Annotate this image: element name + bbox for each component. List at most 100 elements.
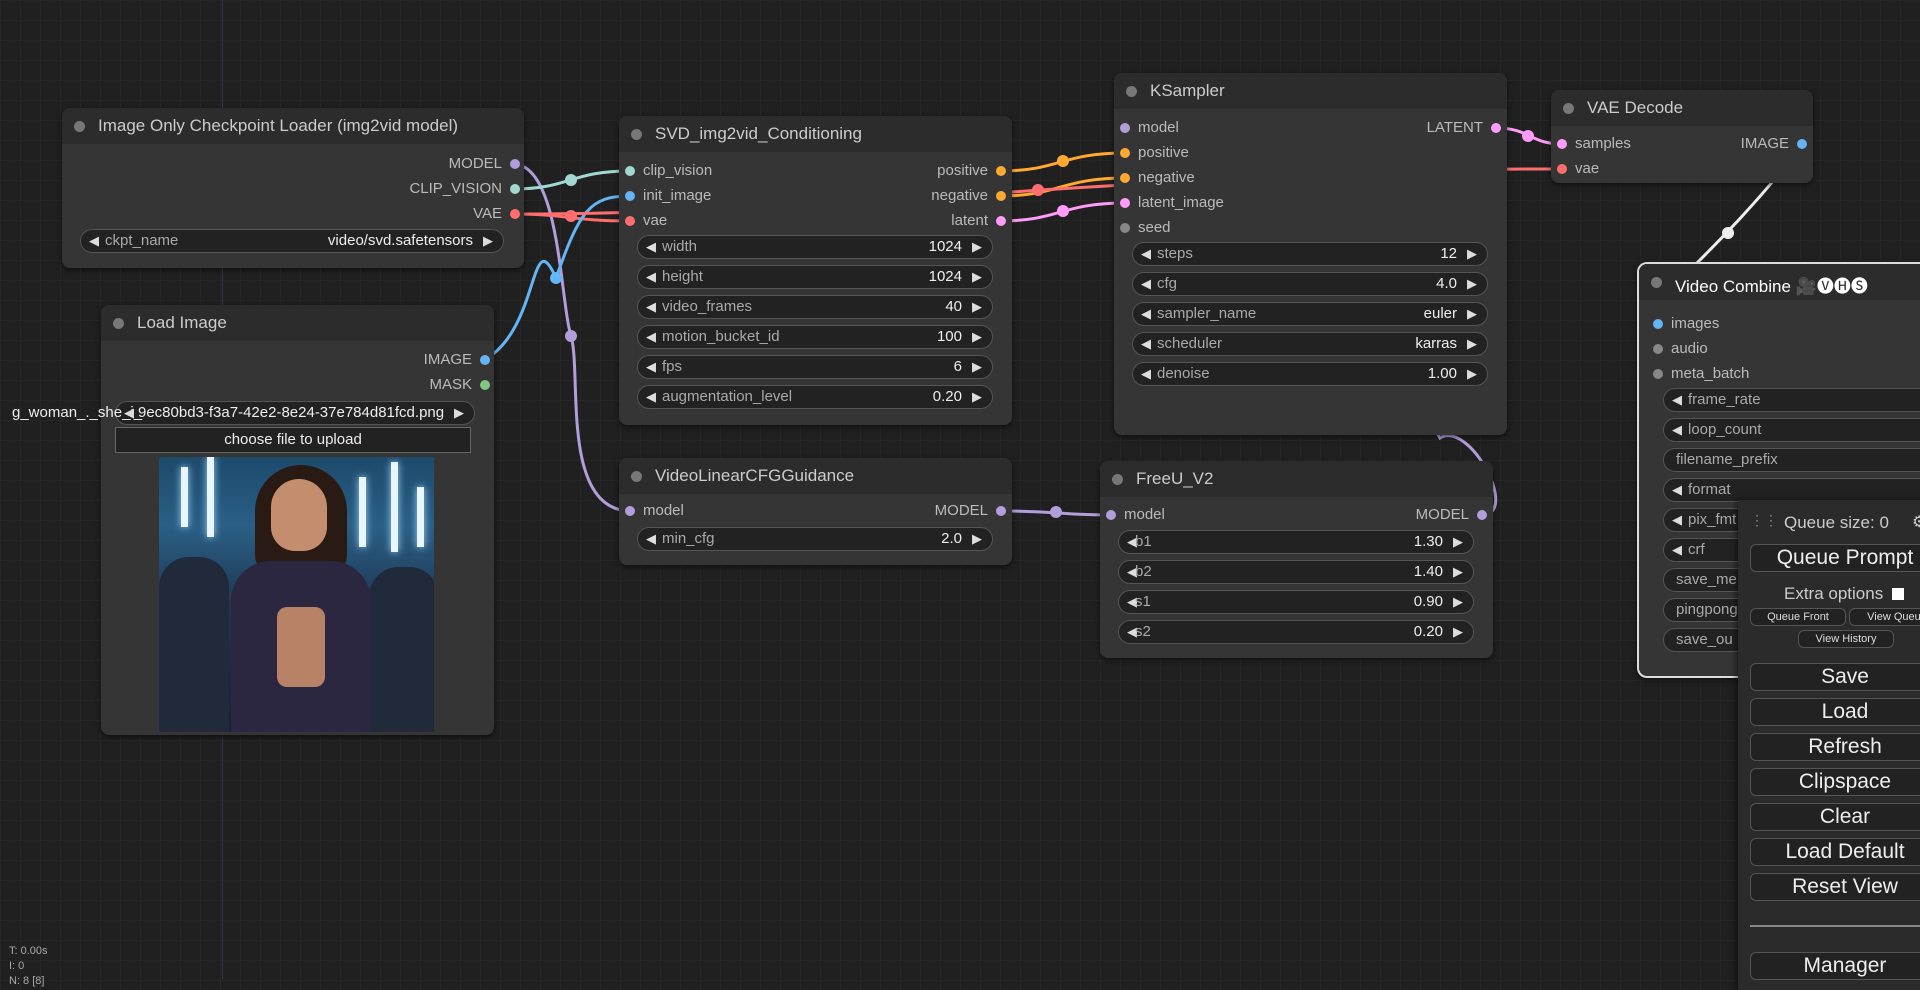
extra-options-checkbox[interactable] bbox=[1891, 588, 1904, 600]
decrement-arrow-icon[interactable]: ◀ bbox=[1672, 422, 1682, 438]
decrement-arrow-icon[interactable]: ◀ bbox=[1672, 482, 1682, 498]
collapse-dot[interactable] bbox=[631, 129, 642, 140]
decrement-arrow-icon[interactable]: ◀ bbox=[646, 329, 656, 345]
width-input[interactable]: ◀ width 1024 ▶ bbox=[637, 235, 993, 259]
node-checkpoint-loader[interactable]: Image Only Checkpoint Loader (img2vid mo… bbox=[62, 108, 524, 268]
sampler-name-combo[interactable]: ◀ sampler_name euler ▶ bbox=[1132, 302, 1488, 326]
decrement-arrow-icon[interactable]: ◀ bbox=[646, 359, 656, 375]
increment-arrow-icon[interactable]: ▶ bbox=[1467, 336, 1477, 352]
decrement-arrow-icon[interactable]: ◀ bbox=[124, 405, 134, 421]
ckpt-name-combo[interactable]: ◀ ckpt_name video/svd.safetensors ▶ bbox=[80, 229, 504, 253]
s1-input[interactable]: ◀ s1 0.90 ▶ bbox=[1118, 590, 1474, 614]
increment-arrow-icon[interactable]: ▶ bbox=[1453, 624, 1463, 640]
decrement-arrow-icon[interactable]: ◀ bbox=[1672, 392, 1682, 408]
node-title-bar[interactable]: SVD_img2vid_Conditioning bbox=[619, 116, 1012, 152]
b2-input[interactable]: ◀ b2 1.40 ▶ bbox=[1118, 560, 1474, 584]
node-title-bar[interactable]: VAE Decode bbox=[1551, 90, 1813, 126]
collapse-dot[interactable] bbox=[113, 318, 124, 329]
view-history-button[interactable]: View History bbox=[1798, 630, 1894, 648]
queue-front-button[interactable]: Queue Front bbox=[1750, 608, 1846, 626]
input-init-image[interactable]: init_image bbox=[625, 186, 711, 206]
fps-input[interactable]: ◀ fps 6 ▶ bbox=[637, 355, 993, 379]
decrement-arrow-icon[interactable]: ◀ bbox=[646, 531, 656, 547]
manager-button[interactable]: Manager bbox=[1750, 952, 1920, 980]
b1-input[interactable]: ◀ b1 1.30 ▶ bbox=[1118, 530, 1474, 554]
collapse-dot[interactable] bbox=[1563, 103, 1574, 114]
input-model[interactable]: model bbox=[1106, 505, 1165, 525]
steps-input[interactable]: ◀ steps 12 ▶ bbox=[1132, 242, 1488, 266]
input-meta-batch[interactable]: meta_batch bbox=[1653, 364, 1749, 384]
node-title-bar[interactable]: Video Combine 🎥🅥🅗🅢 bbox=[1639, 264, 1920, 300]
node-linear-cfg[interactable]: VideoLinearCFGGuidance model MODEL ◀ min_… bbox=[619, 458, 1012, 565]
increment-arrow-icon[interactable]: ▶ bbox=[483, 233, 493, 249]
clear-button[interactable]: Clear bbox=[1750, 803, 1920, 831]
height-input[interactable]: ◀ height 1024 ▶ bbox=[637, 265, 993, 289]
increment-arrow-icon[interactable]: ▶ bbox=[972, 269, 982, 285]
decrement-arrow-icon[interactable]: ◀ bbox=[1141, 366, 1151, 382]
node-ksampler[interactable]: KSampler model positive negative latent_… bbox=[1114, 73, 1507, 435]
node-vae-decode[interactable]: VAE Decode samples vae IMAGE bbox=[1551, 90, 1813, 183]
output-vae[interactable]: VAE bbox=[473, 204, 520, 224]
s2-input[interactable]: ◀ s2 0.20 ▶ bbox=[1118, 620, 1474, 644]
decrement-arrow-icon[interactable]: ◀ bbox=[646, 269, 656, 285]
increment-arrow-icon[interactable]: ▶ bbox=[1467, 306, 1477, 322]
node-title-bar[interactable]: Image Only Checkpoint Loader (img2vid mo… bbox=[62, 108, 524, 144]
drag-handle-icon[interactable]: ⋮⋮ bbox=[1750, 512, 1778, 529]
node-title-bar[interactable]: VideoLinearCFGGuidance bbox=[619, 458, 1012, 494]
video-frames-input[interactable]: ◀ video_frames 40 ▶ bbox=[637, 295, 993, 319]
collapse-dot[interactable] bbox=[1651, 277, 1662, 288]
node-freeu[interactable]: FreeU_V2 model MODEL ◀ b1 1.30 ▶ ◀ b2 1.40 ▶ ◀… bbox=[1100, 461, 1493, 658]
load-default-button[interactable]: Load Default bbox=[1750, 838, 1920, 866]
output-latent[interactable]: LATENT bbox=[1427, 118, 1501, 138]
increment-arrow-icon[interactable]: ▶ bbox=[972, 359, 982, 375]
node-load-image[interactable]: Load Image IMAGE MASK g_woman_._she_i_ ◀… bbox=[12, 305, 494, 735]
output-mask[interactable]: MASK bbox=[429, 375, 490, 395]
input-negative[interactable]: negative bbox=[1120, 168, 1195, 188]
increment-arrow-icon[interactable]: ▶ bbox=[972, 389, 982, 405]
queue-prompt-button[interactable]: Queue Prompt bbox=[1750, 544, 1920, 572]
decrement-arrow-icon[interactable]: ◀ bbox=[1141, 336, 1151, 352]
input-model[interactable]: model bbox=[625, 501, 684, 521]
increment-arrow-icon[interactable]: ▶ bbox=[972, 531, 982, 547]
decrement-arrow-icon[interactable]: ◀ bbox=[1141, 276, 1151, 292]
input-images[interactable]: images bbox=[1653, 314, 1719, 334]
refresh-button[interactable]: Refresh bbox=[1750, 733, 1920, 761]
decrement-arrow-icon[interactable]: ◀ bbox=[1141, 306, 1151, 322]
output-image[interactable]: IMAGE bbox=[424, 350, 490, 370]
collapse-dot[interactable] bbox=[74, 121, 85, 132]
output-model[interactable]: MODEL bbox=[1416, 505, 1487, 525]
min-cfg-input[interactable]: ◀ min_cfg 2.0 ▶ bbox=[637, 527, 993, 551]
scheduler-combo[interactable]: ◀ scheduler karras ▶ bbox=[1132, 332, 1488, 356]
increment-arrow-icon[interactable]: ▶ bbox=[1467, 366, 1477, 382]
motion-bucket-id-input[interactable]: ◀ motion_bucket_id 100 ▶ bbox=[637, 325, 993, 349]
output-model[interactable]: MODEL bbox=[935, 501, 1006, 521]
decrement-arrow-icon[interactable]: ◀ bbox=[646, 389, 656, 405]
image-file-combo[interactable]: g_woman_._she_i_ ◀ 9ec80bd3-f3a7-42e2-8e… bbox=[12, 401, 475, 425]
collapse-dot[interactable] bbox=[631, 471, 642, 482]
decrement-arrow-icon[interactable]: ◀ bbox=[1672, 512, 1682, 528]
upload-button[interactable]: choose file to upload bbox=[115, 427, 471, 453]
output-image[interactable]: IMAGE bbox=[1741, 134, 1807, 154]
increment-arrow-icon[interactable]: ▶ bbox=[972, 239, 982, 255]
decrement-arrow-icon[interactable]: ◀ bbox=[646, 239, 656, 255]
output-positive[interactable]: positive bbox=[937, 161, 1006, 181]
gear-icon[interactable]: ⚙ bbox=[1912, 512, 1920, 532]
collapse-dot[interactable] bbox=[1126, 86, 1137, 97]
collapse-dot[interactable] bbox=[1112, 474, 1123, 485]
output-negative[interactable]: negative bbox=[931, 186, 1006, 206]
input-latent-image[interactable]: latent_image bbox=[1120, 193, 1224, 213]
input-seed[interactable]: seed bbox=[1120, 218, 1171, 238]
decrement-arrow-icon[interactable]: ◀ bbox=[646, 299, 656, 315]
node-title-bar[interactable]: KSampler bbox=[1114, 73, 1507, 109]
frame-rate-input[interactable]: ◀ frame_rate bbox=[1663, 388, 1920, 412]
increment-arrow-icon[interactable]: ▶ bbox=[1467, 276, 1477, 292]
output-model[interactable]: MODEL bbox=[449, 154, 520, 174]
increment-arrow-icon[interactable]: ▶ bbox=[972, 299, 982, 315]
node-title-bar[interactable]: FreeU_V2 bbox=[1100, 461, 1493, 497]
output-clip-vision[interactable]: CLIP_VISION bbox=[409, 179, 520, 199]
node-title-bar[interactable]: Load Image bbox=[101, 305, 494, 341]
decrement-arrow-icon[interactable]: ◀ bbox=[1141, 246, 1151, 262]
decrement-arrow-icon[interactable]: ◀ bbox=[1672, 542, 1682, 558]
clipspace-button[interactable]: Clipspace bbox=[1750, 768, 1920, 796]
loop-count-input[interactable]: ◀ loop_count bbox=[1663, 418, 1920, 442]
